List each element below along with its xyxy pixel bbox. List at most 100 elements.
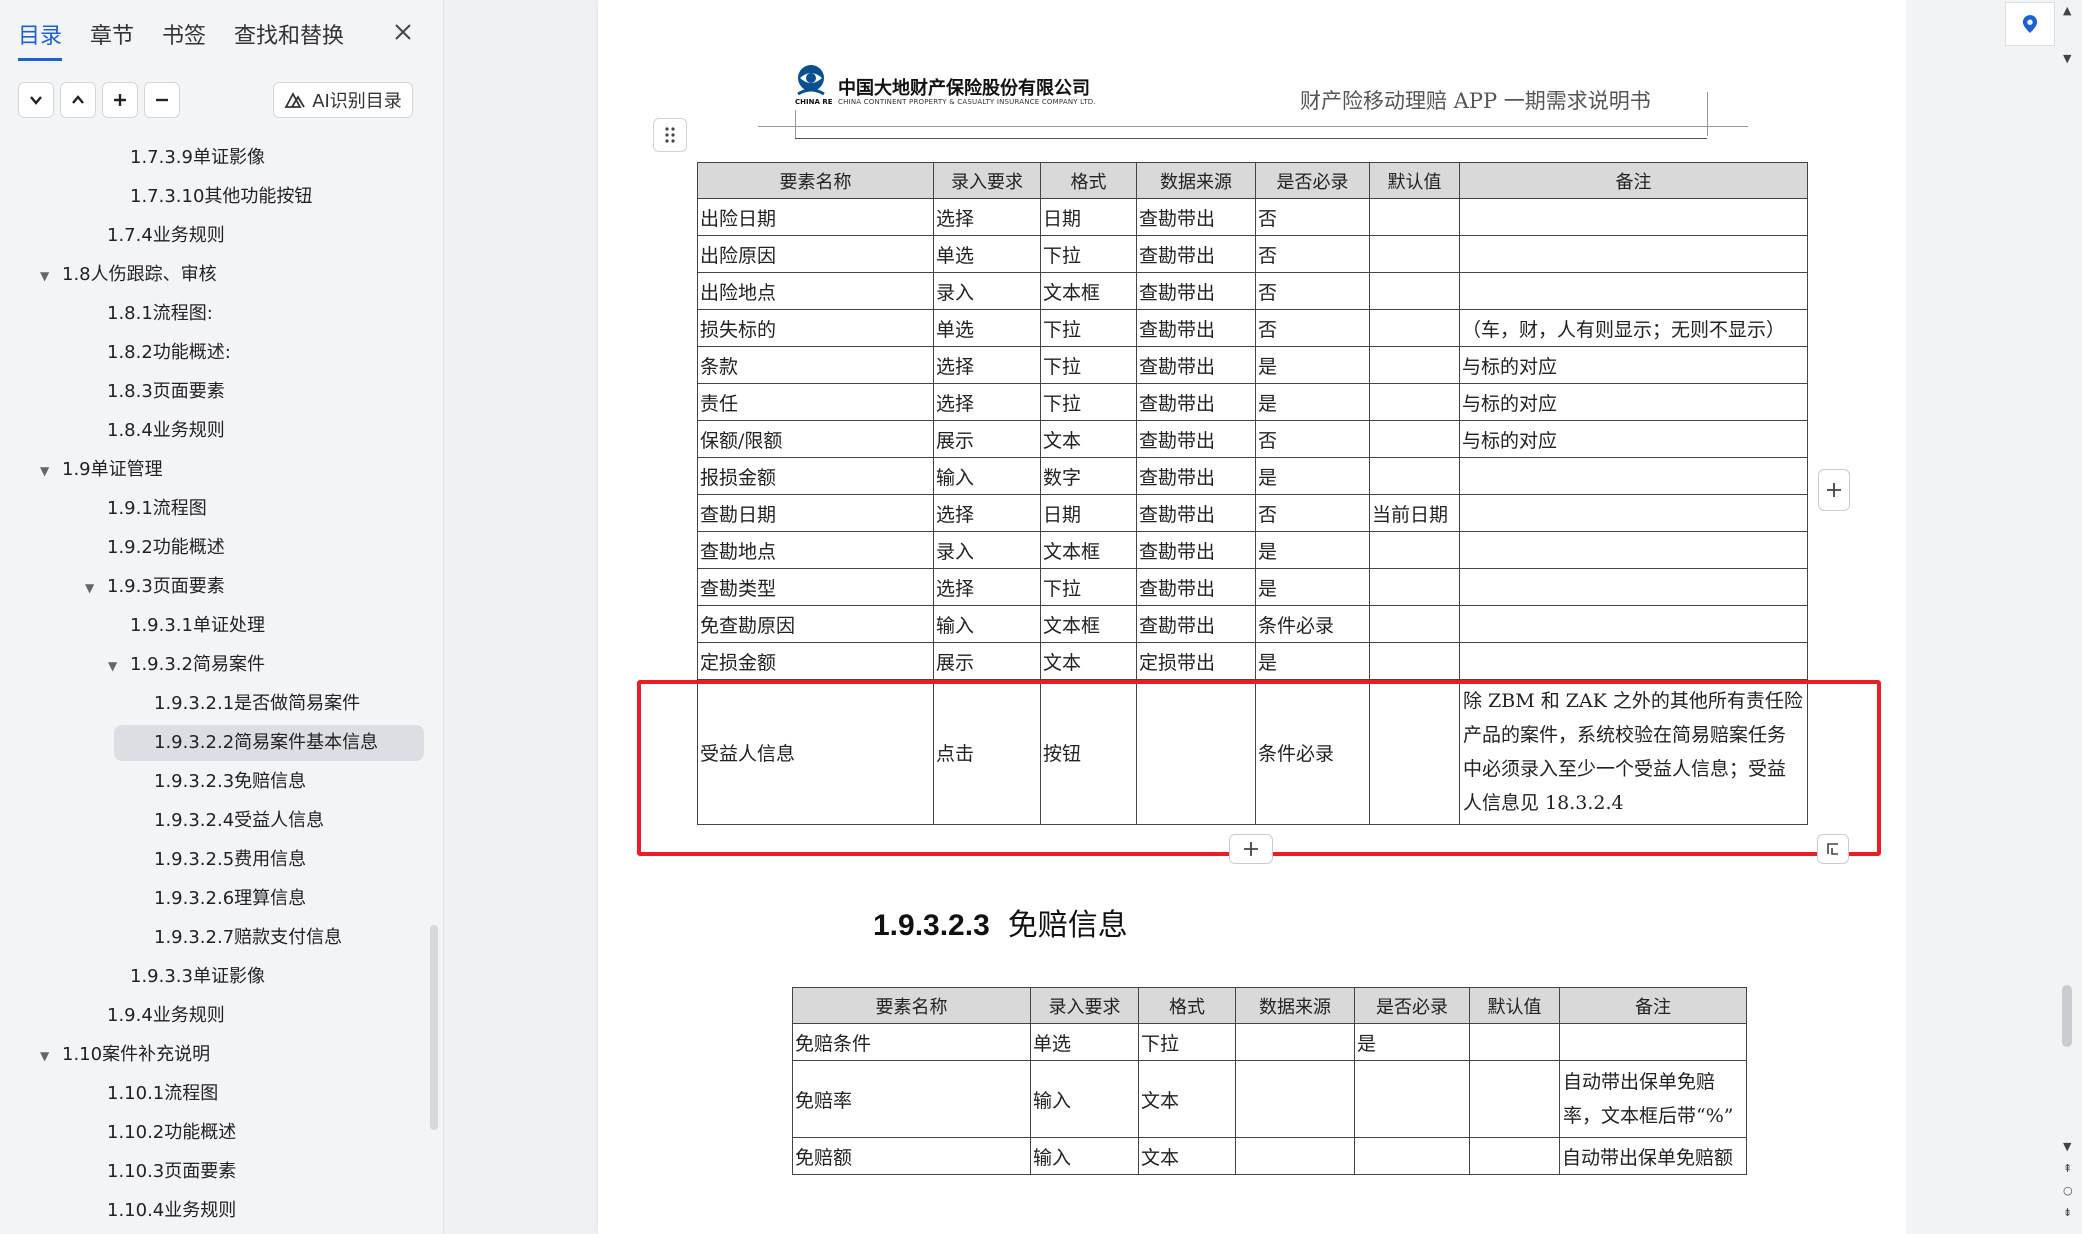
table-cell[interactable]: 查勘带出 [1136, 568, 1256, 606]
ai-recognize-toc-button[interactable]: AI识别目录 [273, 82, 413, 118]
table-cell[interactable]: 出险地点 [697, 272, 934, 310]
table-cell[interactable]: 文本框 [1040, 605, 1137, 643]
table-cell[interactable]: 否 [1255, 309, 1370, 347]
table-cell[interactable]: 否 [1255, 494, 1370, 532]
page-down-icon[interactable]: ⇟ [2063, 1206, 2072, 1219]
tab-chapters[interactable]: 章节 [90, 18, 134, 58]
table-cell[interactable]: 输入 [1030, 1137, 1139, 1175]
table-cell[interactable] [1459, 457, 1808, 495]
table-cell[interactable]: 是 [1255, 457, 1370, 495]
toc-item[interactable]: 1.9.3.2.2简易案件基本信息 [114, 725, 424, 761]
table-cell[interactable]: 查勘带出 [1136, 272, 1256, 310]
table-cell[interactable]: 定损金额 [697, 642, 934, 680]
toc-item[interactable]: 1.9.4业务规则 [107, 998, 225, 1034]
toc-item[interactable]: 1.9.3.1单证处理 [130, 608, 265, 644]
toc-item[interactable]: 1.9.3.2.6理算信息 [154, 881, 306, 917]
table-cell[interactable]: 条件必录 [1255, 679, 1370, 825]
table-cell[interactable]: 查勘带出 [1136, 420, 1256, 458]
table-cell[interactable]: 下拉 [1138, 1023, 1236, 1061]
table-cell[interactable]: 文本 [1138, 1137, 1236, 1175]
table-cell[interactable]: 点击 [933, 679, 1041, 825]
toc-item[interactable]: 1.10.2功能概述 [107, 1115, 236, 1151]
table-cell[interactable]: 免赔条件 [792, 1023, 1031, 1061]
table-drag-handle[interactable] [653, 118, 687, 152]
tab-bookmarks[interactable]: 书签 [162, 18, 206, 58]
table-cell[interactable] [1469, 1023, 1560, 1061]
table-cell[interactable] [1459, 531, 1808, 569]
toc-item[interactable]: ▼ 1.10案件补充说明 [40, 1037, 210, 1073]
toc-item[interactable]: 1.8.1流程图: [107, 296, 213, 332]
table-cell[interactable]: 选择 [933, 494, 1041, 532]
table-cell[interactable]: 查勘带出 [1136, 309, 1256, 347]
toc-item[interactable]: ▼ 1.8人伤跟踪、审核 [40, 257, 217, 293]
table-cell[interactable]: 当前日期 [1369, 494, 1460, 532]
table-resize-handle[interactable] [1817, 834, 1849, 864]
table-cell[interactable]: 下拉 [1040, 309, 1137, 347]
caret-down-icon[interactable]: ▼ [108, 648, 122, 684]
table-cell[interactable]: 输入 [1030, 1060, 1139, 1138]
table-cell[interactable]: 是 [1255, 346, 1370, 384]
table-cell[interactable] [1459, 642, 1808, 680]
table-cell[interactable]: 文本 [1040, 420, 1137, 458]
table-cell[interactable]: 否 [1255, 420, 1370, 458]
table-cell[interactable]: 是 [1255, 568, 1370, 606]
table-cell[interactable] [1369, 457, 1460, 495]
table-cell[interactable]: 自动带出保单免赔率，文本框后带“%” [1559, 1060, 1747, 1138]
table-cell[interactable]: 出险原因 [697, 235, 934, 273]
table-cell[interactable]: 查勘带出 [1136, 605, 1256, 643]
table-cell[interactable]: 查勘带出 [1136, 383, 1256, 421]
table-cell[interactable]: 下拉 [1040, 568, 1137, 606]
table-cell[interactable]: 查勘带出 [1136, 235, 1256, 273]
table-cell[interactable]: 单选 [933, 235, 1041, 273]
table-cell[interactable]: 是 [1255, 383, 1370, 421]
table-cell[interactable] [1369, 679, 1460, 825]
table-cell[interactable] [1369, 605, 1460, 643]
caret-down-icon[interactable]: ▼ [85, 570, 99, 606]
table-cell[interactable]: 下拉 [1040, 235, 1137, 273]
table-cell[interactable] [1459, 235, 1808, 273]
table-cell[interactable]: 展示 [933, 420, 1041, 458]
table-cell[interactable]: 是 [1255, 642, 1370, 680]
table-cell[interactable]: 数字 [1040, 457, 1137, 495]
table-cell[interactable] [1459, 605, 1808, 643]
tab-toc[interactable]: 目录 [18, 18, 63, 61]
toc-item[interactable]: 1.10.4业务规则 [107, 1193, 236, 1229]
table-cell[interactable]: 是 [1255, 531, 1370, 569]
toc-item[interactable]: 1.10.3页面要素 [107, 1154, 236, 1190]
caret-down-icon[interactable]: ▼ [40, 258, 54, 294]
table-cell[interactable] [1459, 494, 1808, 532]
table-cell[interactable]: 责任 [697, 383, 934, 421]
toc-item[interactable]: ▼ 1.9.3页面要素 [85, 569, 225, 605]
tab-find-replace[interactable]: 查找和替换 [234, 18, 344, 58]
table-cell[interactable]: 损失标的 [697, 309, 934, 347]
toc-item[interactable]: 1.8.2功能概述: [107, 335, 231, 371]
toc-item[interactable]: 1.9.3.3单证影像 [130, 959, 265, 995]
table-cell[interactable] [1369, 309, 1460, 347]
table-cell[interactable]: 文本 [1040, 642, 1137, 680]
table-cell[interactable]: 查勘带出 [1136, 494, 1256, 532]
toc-item[interactable]: ▼ 1.9.3.2简易案件 [108, 647, 265, 683]
table-cell[interactable] [1459, 198, 1808, 236]
caret-down-icon[interactable]: ▼ [40, 453, 54, 489]
table-cell[interactable] [1469, 1060, 1560, 1138]
table-cell[interactable]: 查勘带出 [1136, 198, 1256, 236]
table-cell[interactable] [1235, 1137, 1355, 1175]
table-cell[interactable]: 文本 [1138, 1060, 1236, 1138]
table-cell[interactable] [1235, 1023, 1355, 1061]
table-cell[interactable]: 录入 [933, 272, 1041, 310]
collapse-up-button[interactable] [60, 82, 96, 118]
table-cell[interactable]: 选择 [933, 568, 1041, 606]
table-cell[interactable]: 与标的对应 [1459, 420, 1808, 458]
table-cell[interactable]: 选择 [933, 383, 1041, 421]
table-cell[interactable]: 下拉 [1040, 346, 1137, 384]
table-cell[interactable] [1369, 198, 1460, 236]
toc-item[interactable]: 1.7.4业务规则 [107, 218, 225, 254]
table-cell[interactable] [1369, 272, 1460, 310]
table-cell[interactable] [1369, 235, 1460, 273]
table-cell[interactable]: 选择 [933, 346, 1041, 384]
table-cell[interactable] [1369, 531, 1460, 569]
page-up-icon[interactable]: ⇞ [2063, 1162, 2072, 1175]
add-heading-button[interactable] [102, 82, 138, 118]
toc-item[interactable]: 1.9.3.2.3免赔信息 [154, 764, 306, 800]
table-cell[interactable] [1235, 1060, 1355, 1138]
